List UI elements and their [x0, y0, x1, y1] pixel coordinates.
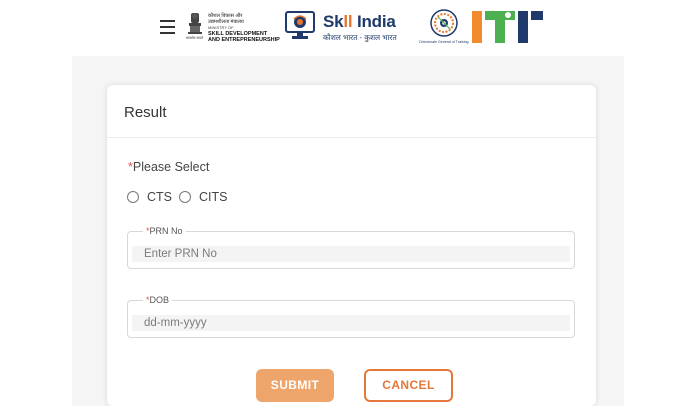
- dob-input[interactable]: [132, 315, 570, 331]
- card-header: Result: [107, 85, 596, 138]
- radio-cts[interactable]: [127, 191, 139, 203]
- please-select-label: *Please Select: [128, 160, 209, 174]
- result-card: Result *Please Select CTS CITS *PRN No *…: [107, 85, 596, 406]
- dgt-caption: Directorate General of Training: [419, 40, 469, 44]
- ministry-english-line3: AND ENTREPRENEURSHIP: [208, 37, 280, 43]
- dob-field-label: *DOB: [143, 295, 173, 305]
- cancel-button[interactable]: CANCEL: [364, 369, 453, 402]
- dob-label-text: DOB: [149, 295, 170, 305]
- skill-india-logo[interactable]: Skll India कौशल भारत - कुशल भारत: [285, 9, 411, 45]
- prn-input[interactable]: [132, 246, 570, 262]
- skill-india-title-part3: India: [352, 12, 396, 31]
- page-title: Result: [124, 104, 167, 121]
- radio-cits[interactable]: [179, 191, 191, 203]
- submit-button[interactable]: SUBMIT: [256, 369, 334, 402]
- ministry-text: कौशल विकास और उद्यमशीलता मंत्रालय MINIST…: [208, 13, 280, 43]
- site-header: सत्यमेव जयते कौशल विकास और उद्यमशीलता मं…: [0, 0, 696, 56]
- radio-cits-label[interactable]: CITS: [199, 190, 227, 204]
- skill-india-subtitle: कौशल भारत - कुशल भारत: [323, 33, 397, 42]
- dob-field: *DOB: [127, 295, 575, 338]
- skill-india-title-part1: Sk: [323, 12, 344, 31]
- skill-india-title: Skll India: [323, 12, 396, 32]
- please-select-text: Please Select: [132, 160, 210, 174]
- dgt-logo[interactable]: Directorate General of Training: [418, 8, 470, 48]
- emblem-motto: सत्यमेव जयते: [186, 36, 204, 40]
- iti-logo[interactable]: [471, 10, 546, 44]
- iti-mark-icon: [472, 11, 543, 43]
- prn-field: *PRN No: [127, 226, 575, 269]
- prn-label-text: PRN No: [149, 226, 183, 236]
- skill-india-monitor-icon: [285, 11, 315, 39]
- radio-cts-label[interactable]: CTS: [147, 190, 172, 204]
- ministry-logo[interactable]: सत्यमेव जयते कौशल विकास और उद्यमशीलता मं…: [186, 11, 280, 45]
- hamburger-menu-icon[interactable]: [160, 20, 175, 34]
- prn-field-label: *PRN No: [143, 226, 186, 236]
- dgt-wheel-icon: [430, 9, 458, 37]
